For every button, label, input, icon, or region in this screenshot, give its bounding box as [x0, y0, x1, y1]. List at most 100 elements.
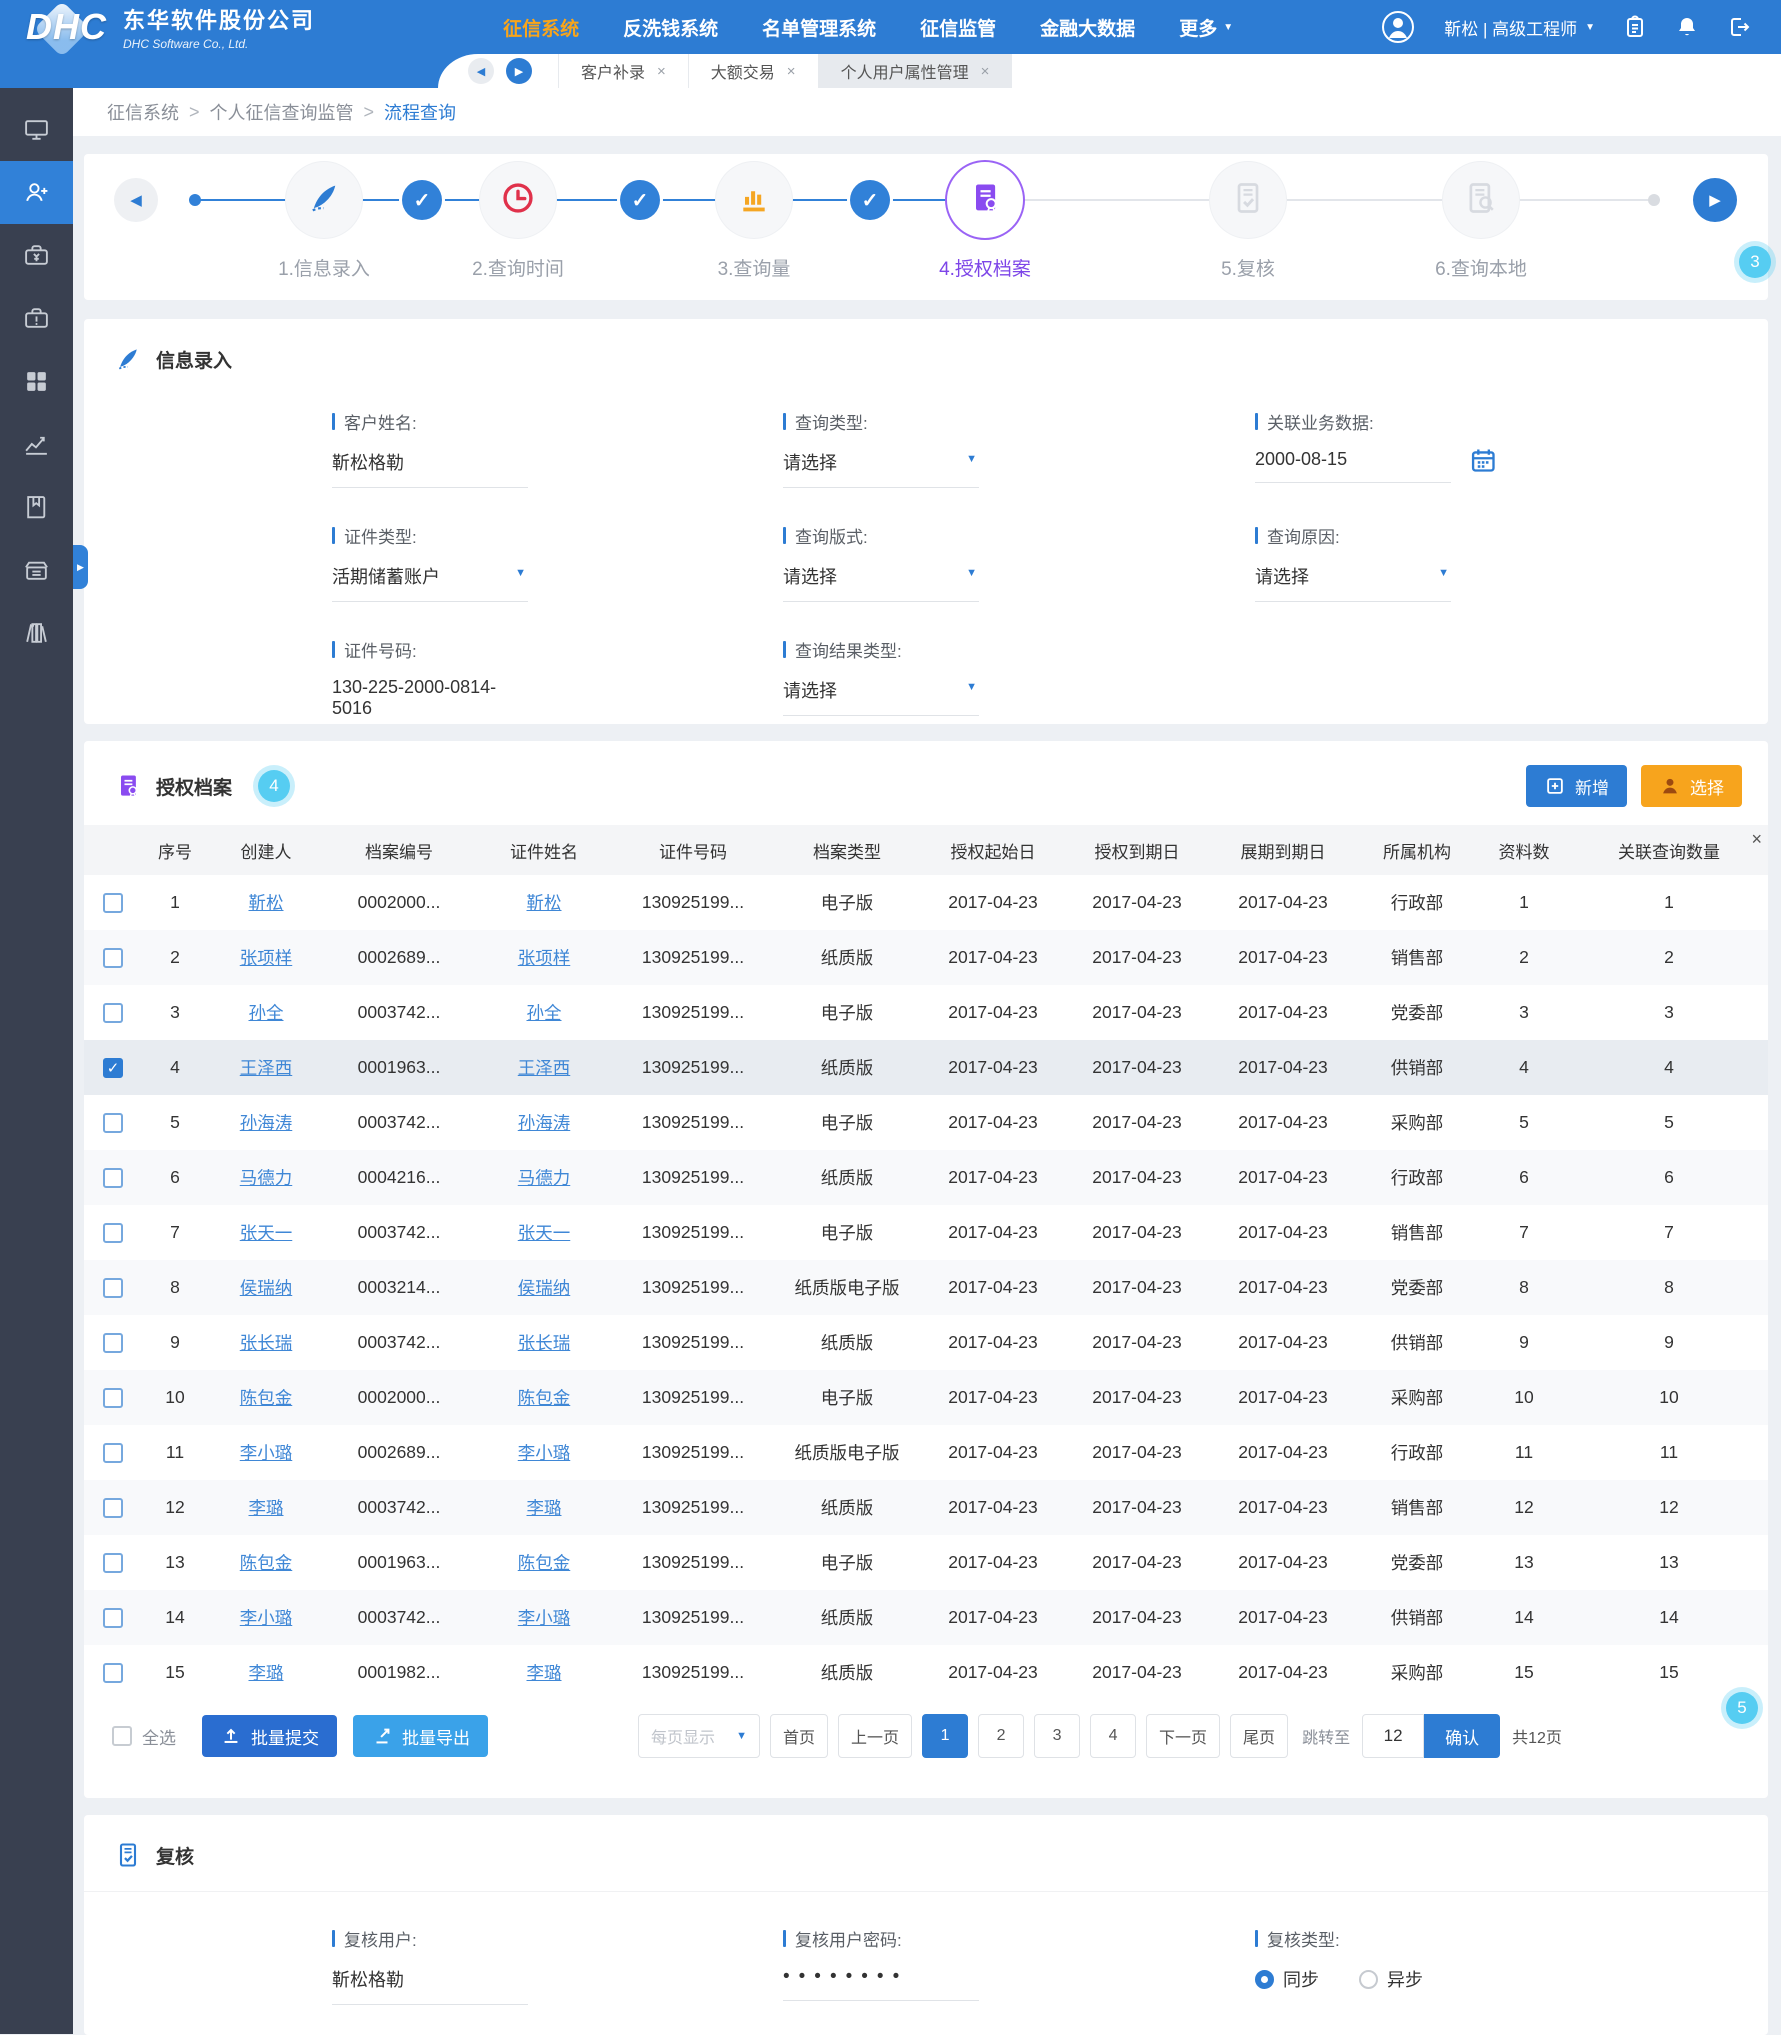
user-name-menu[interactable]: 靳松 | 高级工程师 ▼ [1444, 15, 1595, 40]
sidebar-item-4[interactable] [0, 287, 73, 350]
creator-link[interactable]: 李璐 [249, 1498, 284, 1518]
last-page-button[interactable]: 尾页 [1230, 1714, 1288, 1758]
select-all-checkbox[interactable] [112, 1726, 132, 1746]
tabs-scroll-right-button[interactable]: ▶ [506, 58, 532, 84]
creator-link[interactable]: 靳松 [249, 893, 284, 913]
bell-icon[interactable] [1675, 15, 1699, 39]
cert-name-link[interactable]: 陈包金 [518, 1388, 571, 1408]
nav-item-5[interactable]: 金融大数据 [1040, 14, 1135, 41]
first-page-button[interactable]: 首页 [770, 1714, 828, 1758]
company-logo[interactable]: DHC 东华软件股份公司 DHC Software Co., Ltd. [26, 3, 356, 51]
form-field-value-5[interactable]: 请选择▼ [783, 563, 979, 602]
calendar-icon[interactable] [1469, 446, 1497, 474]
row-checkbox[interactable] [103, 1553, 123, 1573]
sidebar-item-8[interactable] [0, 539, 73, 602]
cert-name-link[interactable]: 李璐 [527, 1663, 562, 1683]
nav-item-6[interactable]: 更多▼ [1179, 14, 1233, 41]
step-circle-1[interactable] [286, 162, 362, 238]
form-field-value-4[interactable]: 活期储蓄账户▼ [332, 563, 528, 602]
nav-item-3[interactable]: 名单管理系统 [762, 14, 876, 41]
close-icon[interactable]: × [1751, 829, 1762, 850]
breadcrumb-item-3[interactable]: 流程查询 [384, 99, 456, 125]
pick-button[interactable]: 选择 [1641, 765, 1742, 807]
radio-async[interactable]: 异步 [1359, 1966, 1423, 1992]
sidebar-item-5[interactable] [0, 350, 73, 413]
step-circle-2[interactable] [480, 162, 556, 238]
cert-name-link[interactable]: 张长瑞 [518, 1333, 571, 1353]
confirm-button[interactable]: 确认 [1424, 1714, 1500, 1758]
cert-name-link[interactable]: 陈包金 [518, 1553, 571, 1573]
chevron-down-icon[interactable]: ▼ [966, 567, 977, 579]
creator-link[interactable]: 陈包金 [240, 1553, 293, 1573]
creator-link[interactable]: 孙全 [249, 1003, 284, 1023]
cert-name-link[interactable]: 李璐 [527, 1498, 562, 1518]
sidebar-item-7[interactable] [0, 476, 73, 539]
review-password-field[interactable]: •••••••• [783, 1966, 979, 2001]
creator-link[interactable]: 李璐 [249, 1663, 284, 1683]
radio-sync[interactable]: 同步 [1255, 1966, 1319, 1992]
form-field-value-3[interactable]: 2000-08-15 [1255, 449, 1451, 483]
row-checkbox[interactable] [103, 1223, 123, 1243]
page-button-4[interactable]: 4 [1090, 1714, 1136, 1758]
sidebar-item-1[interactable] [0, 98, 73, 161]
row-checkbox[interactable] [103, 1498, 123, 1518]
cert-name-link[interactable]: 张项样 [518, 948, 571, 968]
stepper-prev-button[interactable]: ◀ [114, 178, 158, 222]
row-checkbox[interactable] [103, 1608, 123, 1628]
creator-link[interactable]: 马德力 [240, 1168, 293, 1188]
creator-link[interactable]: 侯瑞纳 [240, 1278, 293, 1298]
row-checkbox[interactable] [103, 1443, 123, 1463]
step-circle-6[interactable] [1443, 162, 1519, 238]
tab-2[interactable]: 大额交易× [688, 54, 818, 88]
creator-link[interactable]: 李小璐 [240, 1608, 293, 1628]
step-circle-3[interactable] [716, 162, 792, 238]
row-checkbox[interactable] [103, 1113, 123, 1133]
batch-export-button[interactable]: 批量导出 [353, 1715, 488, 1757]
page-button-1[interactable]: 1 [922, 1714, 968, 1758]
row-checkbox[interactable]: ✓ [103, 1058, 123, 1078]
form-field-value-8[interactable]: 请选择▼ [783, 677, 979, 716]
cert-name-link[interactable]: 马德力 [518, 1168, 571, 1188]
sidebar-item-6[interactable] [0, 413, 73, 476]
cert-name-link[interactable]: 侯瑞纳 [518, 1278, 571, 1298]
row-checkbox[interactable] [103, 1333, 123, 1353]
tab-3[interactable]: 个人用户属性管理× [818, 54, 1013, 88]
nav-item-4[interactable]: 征信监管 [920, 14, 996, 41]
cert-name-link[interactable]: 李小璐 [518, 1608, 571, 1628]
creator-link[interactable]: 王泽西 [240, 1058, 293, 1078]
review-user-field[interactable]: 靳松格勒 [332, 1966, 528, 2005]
jump-page-input[interactable] [1362, 1714, 1424, 1758]
clipboard-icon[interactable] [1623, 15, 1647, 39]
close-icon[interactable]: × [981, 63, 990, 80]
avatar-icon[interactable] [1380, 9, 1416, 45]
cert-name-link[interactable]: 孙海涛 [518, 1113, 571, 1133]
creator-link[interactable]: 陈包金 [240, 1388, 293, 1408]
page-size-select[interactable]: 每页显示▼ [638, 1714, 760, 1758]
cert-name-link[interactable]: 孙全 [527, 1003, 562, 1023]
step-circle-5[interactable] [1210, 162, 1286, 238]
breadcrumb-item-1[interactable]: 征信系统 [107, 99, 179, 125]
add-button[interactable]: 新增 [1526, 765, 1627, 807]
stepper-next-button[interactable]: ▶ [1693, 178, 1737, 222]
page-button-3[interactable]: 3 [1034, 1714, 1080, 1758]
close-icon[interactable]: × [657, 63, 666, 80]
form-field-value-1[interactable]: 靳松格勒 [332, 449, 528, 488]
cert-name-link[interactable]: 李小璐 [518, 1443, 571, 1463]
cert-name-link[interactable]: 王泽西 [518, 1058, 571, 1078]
form-field-value-2[interactable]: 请选择▼ [783, 449, 979, 488]
row-checkbox[interactable] [103, 1278, 123, 1298]
close-icon[interactable]: × [787, 63, 796, 80]
sidebar-expander[interactable]: ▶ [73, 545, 88, 589]
creator-link[interactable]: 孙海涛 [240, 1113, 293, 1133]
chevron-down-icon[interactable]: ▼ [515, 567, 526, 579]
nav-item-2[interactable]: 反洗钱系统 [623, 14, 718, 41]
creator-link[interactable]: 张长瑞 [240, 1333, 293, 1353]
sidebar-item-3[interactable] [0, 224, 73, 287]
creator-link[interactable]: 张项样 [240, 948, 293, 968]
row-checkbox[interactable] [103, 1388, 123, 1408]
form-field-value-7[interactable]: 130-225-2000-0814-5016 [332, 677, 528, 724]
tab-1[interactable]: 客户补录× [558, 54, 688, 88]
creator-link[interactable]: 李小璐 [240, 1443, 293, 1463]
tabs-scroll-left-button[interactable]: ◀ [468, 58, 494, 84]
row-checkbox[interactable] [103, 1168, 123, 1188]
